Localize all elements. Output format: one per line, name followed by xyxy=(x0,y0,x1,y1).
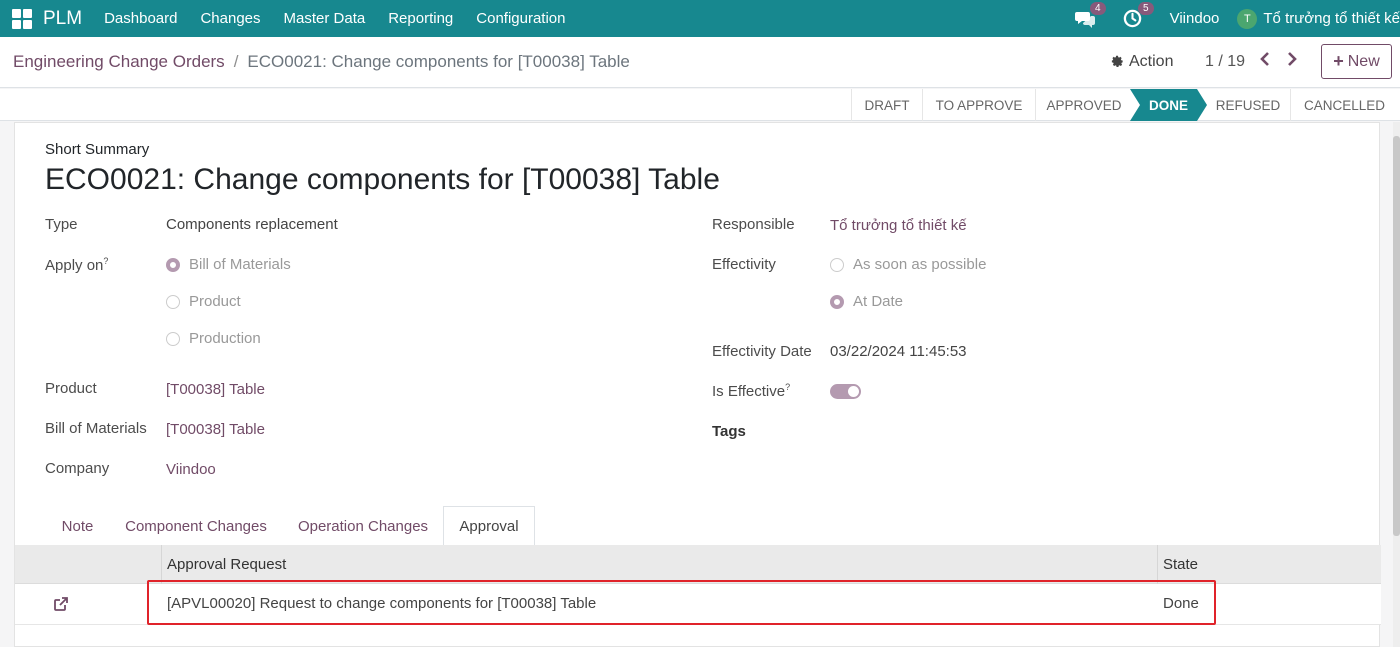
chevron-right-icon xyxy=(1288,52,1297,66)
type-label: Type xyxy=(45,216,78,233)
activities-badge: 5 xyxy=(1138,1,1154,15)
chevron-left-icon xyxy=(1260,52,1269,66)
effectivity-date-label: Effectivity Date xyxy=(712,343,812,360)
form-sheet: Short Summary ECO0021: Change components… xyxy=(14,122,1381,647)
is-effective-label: Is Effective? xyxy=(712,382,791,400)
approval-request-cell: [APVL00020] Request to change components… xyxy=(167,595,597,612)
apps-menu-icon[interactable] xyxy=(12,8,32,29)
control-panel: Engineering Change Orders / ECO0021: Cha… xyxy=(0,37,1400,88)
notebook-tabs: Note Component Changes Operation Changes… xyxy=(15,506,1381,547)
radio-unchecked-icon xyxy=(830,257,844,272)
stage-to-approve[interactable]: TO APPROVE xyxy=(922,89,1035,121)
gear-icon xyxy=(1111,55,1123,68)
scrollbar-thumb[interactable] xyxy=(1393,136,1400,536)
state-cell: Done xyxy=(1163,595,1199,612)
column-divider xyxy=(161,545,162,584)
column-state[interactable]: State xyxy=(1163,556,1198,573)
pager-next-button[interactable] xyxy=(1286,51,1298,72)
apply-on-product-radio[interactable]: Product xyxy=(166,293,241,310)
plus-icon: + xyxy=(1333,51,1344,71)
is-effective-toggle[interactable] xyxy=(830,384,861,399)
radio-unchecked-icon xyxy=(166,331,180,346)
bom-link[interactable]: [T00038] Table xyxy=(166,421,265,438)
effectivity-date-field[interactable]: 03/22/2024 11:45:53 xyxy=(830,343,967,360)
stage-cancelled[interactable]: CANCELLED xyxy=(1290,89,1398,121)
column-divider xyxy=(1157,545,1158,584)
stage-statusbar: DRAFT TO APPROVE APPROVED DONE REFUSED C… xyxy=(0,89,1400,121)
apply-on-label: Apply on? xyxy=(45,256,109,274)
short-summary-label: Short Summary xyxy=(45,141,150,158)
type-field[interactable]: Components replacement xyxy=(166,216,338,233)
responsible-label: Responsible xyxy=(712,216,795,233)
user-avatar[interactable]: T xyxy=(1237,8,1258,29)
tab-note[interactable]: Note xyxy=(46,506,109,546)
product-label: Product xyxy=(45,380,97,397)
new-label: New xyxy=(1347,52,1380,70)
radio-unchecked-icon xyxy=(166,294,180,309)
breadcrumb-parent-link[interactable]: Engineering Change Orders xyxy=(13,52,225,72)
activities-button[interactable]: 5 xyxy=(1122,1,1154,30)
help-tooltip-icon[interactable]: ? xyxy=(785,382,790,392)
external-link-icon[interactable] xyxy=(53,596,69,616)
effectivity-asap-radio[interactable]: As soon as possible xyxy=(830,256,986,273)
page-scrollbar[interactable] xyxy=(1393,122,1400,647)
effectivity-at-date-radio[interactable]: At Date xyxy=(830,293,903,310)
radio-checked-icon xyxy=(830,294,844,309)
apply-on-bom-radio[interactable]: Bill of Materials xyxy=(166,256,291,273)
stage-refused[interactable]: REFUSED xyxy=(1206,89,1290,121)
tab-component-changes[interactable]: Component Changes xyxy=(117,506,275,546)
breadcrumb-separator: / xyxy=(233,52,239,71)
stage-draft[interactable]: DRAFT xyxy=(851,89,922,121)
new-record-button[interactable]: + New xyxy=(1321,44,1392,79)
nav-master-data[interactable]: Master Data xyxy=(284,10,366,27)
effectivity-label: Effectivity xyxy=(712,256,776,273)
help-tooltip-icon[interactable]: ? xyxy=(103,256,108,266)
radio-checked-icon xyxy=(166,257,180,272)
product-link[interactable]: [T00038] Table xyxy=(166,381,265,398)
messages-button[interactable]: 4 xyxy=(1074,1,1106,30)
action-label: Action xyxy=(1129,53,1174,70)
table-row[interactable]: [APVL00020] Request to change components… xyxy=(15,584,1381,625)
column-approval-request[interactable]: Approval Request xyxy=(167,556,286,573)
action-menu-button[interactable]: Action xyxy=(1111,53,1173,71)
responsible-link[interactable]: Tổ trưởng tổ thiết kế xyxy=(830,217,967,234)
pager-value[interactable]: 1 / 19 xyxy=(1205,53,1245,71)
breadcrumb: Engineering Change Orders / ECO0021: Cha… xyxy=(13,52,630,72)
tags-label: Tags xyxy=(712,423,746,440)
toggle-knob xyxy=(848,386,859,397)
bom-label: Bill of Materials xyxy=(45,420,147,437)
apply-on-production-radio[interactable]: Production xyxy=(166,330,261,347)
nav-configuration[interactable]: Configuration xyxy=(476,10,565,27)
nav-reporting[interactable]: Reporting xyxy=(388,10,453,27)
stage-done[interactable]: DONE xyxy=(1130,89,1207,121)
breadcrumb-current: ECO0021: Change components for [T00038] … xyxy=(247,52,630,71)
pager-previous-button[interactable] xyxy=(1259,51,1271,72)
company-link[interactable]: Viindoo xyxy=(166,461,216,478)
nav-changes[interactable]: Changes xyxy=(200,10,260,27)
company-label: Company xyxy=(45,460,110,477)
record-title[interactable]: ECO0021: Change components for [T00038] … xyxy=(45,163,720,197)
user-menu[interactable]: Tổ trưởng tổ thiết kế xyxy=(1263,10,1400,27)
app-brand[interactable]: PLM xyxy=(43,8,82,30)
tab-operation-changes[interactable]: Operation Changes xyxy=(289,506,437,546)
nav-dashboard[interactable]: Dashboard xyxy=(104,10,177,27)
top-navbar: PLM Dashboard Changes Master Data Report… xyxy=(0,0,1400,37)
stage-approved[interactable]: APPROVED xyxy=(1035,89,1132,121)
messages-badge: 4 xyxy=(1090,1,1106,15)
approval-table-header: Approval Request State xyxy=(15,545,1381,584)
company-switcher[interactable]: Viindoo xyxy=(1170,10,1220,27)
tab-approval[interactable]: Approval xyxy=(443,506,535,547)
